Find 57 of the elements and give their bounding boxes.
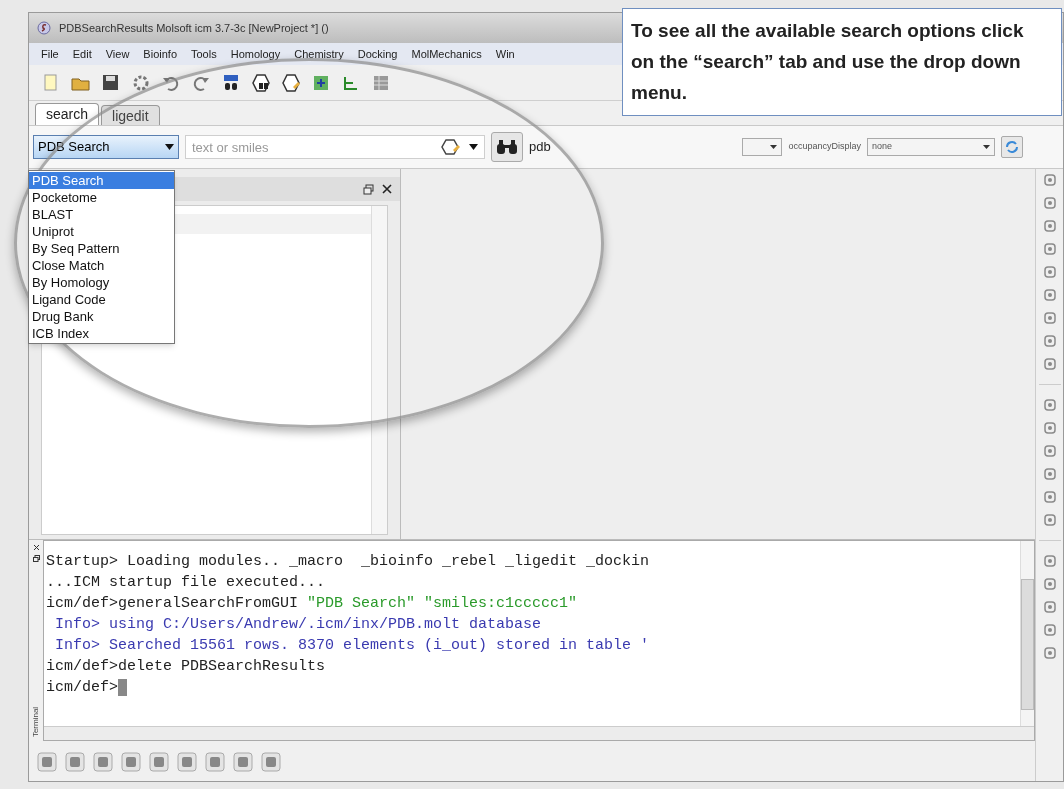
- hexagon-pencil-icon[interactable]: [281, 72, 301, 93]
- close-icon[interactable]: [382, 184, 392, 194]
- find-button[interactable]: [491, 132, 523, 162]
- terminal-line: ...ICM startup file executed...: [46, 573, 326, 593]
- occupancy-display-label: occupancyDisplay: [788, 140, 861, 154]
- dropdown-option[interactable]: Drug Bank: [29, 308, 174, 325]
- menu-item[interactable]: Win: [495, 45, 515, 63]
- binoculars-icon: [496, 139, 518, 155]
- scrollbar[interactable]: [44, 726, 1034, 740]
- menu-item[interactable]: MolMechanics: [411, 45, 482, 63]
- target-label: pdb: [529, 138, 551, 157]
- menu-item[interactable]: Edit: [72, 45, 92, 63]
- display-dropdown[interactable]: [742, 138, 783, 156]
- dropdown-option[interactable]: Uniprot: [29, 223, 174, 240]
- text-cursor: [118, 679, 127, 696]
- dropdown-option[interactable]: Close Match: [29, 257, 174, 274]
- caret-icon: [983, 145, 990, 149]
- tab[interactable]: search: [35, 103, 100, 125]
- terminal-line: icm/def>delete PDBSearchResults: [46, 657, 326, 677]
- dropdown-option[interactable]: Ligand Code: [29, 291, 174, 308]
- terminal-line: Startup> Loading modules.. _macro _bioinfo _rebel _ligedit _dockin: [46, 552, 650, 572]
- menu-item[interactable]: File: [41, 45, 59, 63]
- terminal-line: icm/def>: [46, 678, 118, 698]
- scrollbar[interactable]: [1020, 541, 1034, 726]
- dropdown-option[interactable]: By Seq Pattern: [29, 240, 174, 257]
- float-icon[interactable]: [363, 183, 374, 195]
- search-type-dropdown[interactable]: PDB Search: [33, 135, 179, 159]
- refresh-icon: [1005, 140, 1019, 154]
- dropdown-option[interactable]: Pocketome: [29, 189, 174, 206]
- menu-item[interactable]: View: [105, 45, 130, 63]
- terminal-line: Info> using C:/Users/Andrew/.icm/inx/PDB.molt database: [54, 615, 542, 635]
- terminal-label: Terminal: [30, 706, 41, 738]
- window-title: PDBSearchResults Molsoft icm 3.7-3c [NewProject *] (): [59, 20, 329, 36]
- refresh-button[interactable]: [1001, 136, 1023, 158]
- app-logo-icon: [37, 21, 51, 35]
- menu-item[interactable]: Chemistry: [294, 45, 344, 63]
- hexagon-binoculars-icon[interactable]: [251, 72, 271, 93]
- pdb-binoculars-icon[interactable]: [221, 72, 241, 93]
- scrollbar[interactable]: [371, 206, 387, 534]
- menu-item[interactable]: Bioinfo: [143, 45, 177, 63]
- terminal-line: icm/def>generalSearchFromGUI "PDB Search" "smiles:c1ccccc1": [46, 594, 578, 614]
- occupancy-display-dropdown[interactable]: none: [867, 138, 995, 156]
- menu-item[interactable]: Docking: [357, 45, 398, 63]
- dropdown-option[interactable]: By Homology: [29, 274, 174, 291]
- terminal-line: Info> Searched 15561 rows. 8370 elements (i_out) stored in table ': [54, 636, 650, 656]
- dropdown-option[interactable]: ICB Index: [29, 325, 174, 342]
- caret-icon: [770, 145, 778, 149]
- tab[interactable]: ligedit: [101, 105, 160, 125]
- menu-item[interactable]: Homology: [230, 45, 281, 63]
- float-icon[interactable]: [32, 555, 40, 562]
- dropdown-option[interactable]: BLAST: [29, 206, 174, 223]
- callout-text: To see all the available search options click on the “search” tab and use the drop down menu.: [631, 19, 1025, 105]
- caret-icon: [165, 144, 174, 150]
- close-icon[interactable]: [32, 544, 40, 551]
- dropdown-option[interactable]: PDB Search: [29, 172, 174, 189]
- menu-item[interactable]: Tools: [191, 45, 217, 63]
- save-icon[interactable]: [101, 72, 121, 93]
